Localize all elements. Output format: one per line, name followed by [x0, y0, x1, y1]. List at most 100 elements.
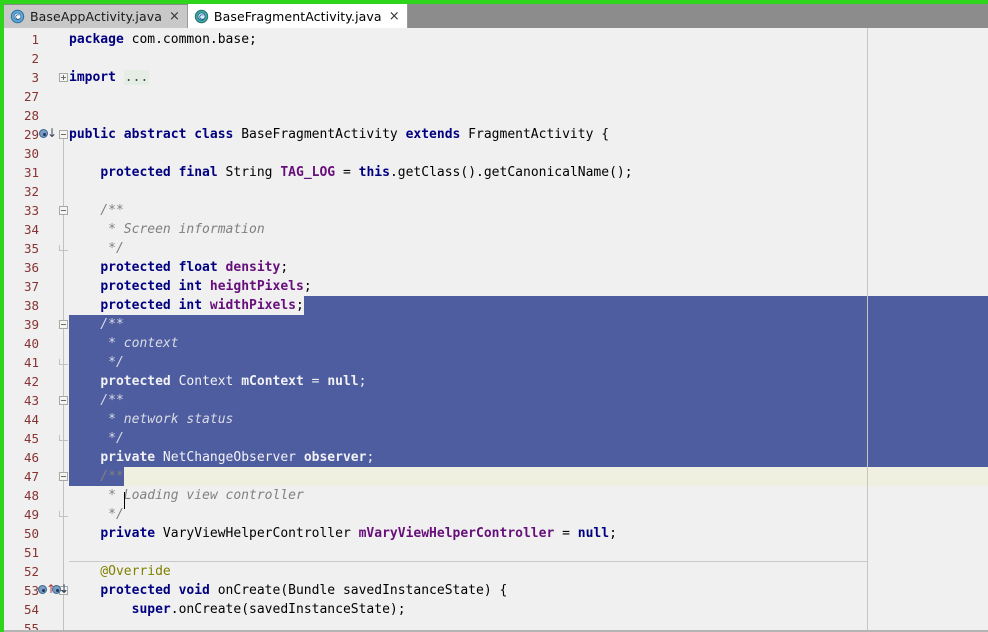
- line-number: 38: [23, 298, 39, 313]
- fold-region-end: [59, 435, 68, 441]
- code-token: String: [217, 165, 281, 180]
- code-token: =: [554, 526, 578, 541]
- code-token: FragmentActivity {: [460, 127, 610, 142]
- code-line[interactable]: @Override: [69, 562, 988, 581]
- code-line[interactable]: protected void onCreate(Bundle savedInst…: [69, 581, 988, 600]
- java-class-icon: C: [194, 9, 209, 24]
- line-number: 48: [23, 488, 39, 503]
- code-token: /**: [69, 203, 124, 218]
- line-number: 41: [23, 355, 39, 370]
- fold-collapse-icon[interactable]: [59, 396, 68, 405]
- code-line[interactable]: [69, 49, 988, 68]
- code-line[interactable]: protected Context mContext = null;: [69, 372, 988, 391]
- code-line[interactable]: private VaryViewHelperController mVaryVi…: [69, 524, 988, 543]
- fold-collapse-icon[interactable]: [59, 472, 68, 481]
- code-line[interactable]: protected int widthPixels;: [69, 296, 988, 315]
- code-line[interactable]: /**: [69, 391, 988, 410]
- code-token: /**: [69, 469, 124, 484]
- code-line[interactable]: * Loading view controller: [69, 486, 988, 505]
- code-token: BaseFragmentActivity: [233, 127, 406, 142]
- svg-text:C: C: [199, 13, 204, 21]
- code-token: .getClass().getCanonicalName();: [389, 165, 633, 180]
- code-line[interactable]: super.onCreate(savedInstanceState);: [69, 600, 988, 619]
- code-token: package: [69, 32, 124, 47]
- java-class-icon: C: [10, 9, 25, 24]
- code-line[interactable]: package com.common.base;: [69, 30, 988, 49]
- tab-base-fragment-activity[interactable]: C BaseFragmentActivity.java ×: [187, 4, 408, 28]
- close-icon[interactable]: ×: [389, 10, 400, 23]
- code-line[interactable]: */: [69, 429, 988, 448]
- line-number: 46: [23, 450, 39, 465]
- gutter-marker-group[interactable]: ↑↓: [38, 581, 69, 600]
- code-line[interactable]: [69, 144, 988, 163]
- code-line[interactable]: * Screen information: [69, 220, 988, 239]
- code-line[interactable]: protected int heightPixels;: [69, 277, 988, 296]
- code-token: TAG_LOG: [280, 165, 336, 180]
- line-number: 49: [23, 507, 39, 522]
- tab-label: BaseFragmentActivity.java: [213, 8, 382, 24]
- code-token: protected int: [100, 298, 203, 313]
- fold-region-end: [59, 359, 68, 365]
- code-token: */: [69, 355, 124, 370]
- fold-collapse-icon[interactable]: [59, 206, 68, 215]
- code-token: */: [69, 241, 124, 256]
- code-line[interactable]: * network status: [69, 410, 988, 429]
- code-editor[interactable]: 1 2 3 27 28 29 30 31 32 33 34 35 36 37 38 39 40 41 42 43 44 4…: [4, 28, 988, 632]
- code-token: NetChangeObserver: [155, 450, 304, 465]
- fold-collapse-icon[interactable]: [59, 130, 68, 139]
- code-line[interactable]: /**: [69, 201, 988, 220]
- code-line[interactable]: [69, 543, 988, 562]
- tab-label: BaseAppActivity.java: [30, 9, 162, 24]
- code-line[interactable]: */: [69, 505, 988, 524]
- code-token: /**: [69, 317, 124, 332]
- line-number: 31: [23, 165, 39, 180]
- line-number: 28: [23, 108, 39, 123]
- line-number-gutter: 1 2 3 27 28 29 30 31 32 33 34 35 36 37 38 39 40 41 42 43 44 4…: [4, 28, 45, 632]
- code-token: protected int: [100, 279, 203, 294]
- code-token: private: [100, 526, 156, 541]
- fold-collapse-icon[interactable]: [59, 320, 68, 329]
- line-number: 39: [23, 317, 39, 332]
- code-token: this: [358, 165, 390, 180]
- code-token: protected void: [100, 583, 210, 598]
- code-token: =: [303, 374, 328, 389]
- code-line[interactable]: protected final String TAG_LOG = this.ge…: [69, 163, 988, 182]
- down-arrow-icon: ↓: [47, 126, 58, 140]
- line-number: 32: [23, 184, 39, 199]
- code-line[interactable]: /**: [69, 315, 988, 334]
- code-line[interactable]: */: [69, 353, 988, 372]
- code-line[interactable]: protected float density;: [69, 258, 988, 277]
- close-icon[interactable]: ×: [169, 10, 180, 23]
- code-line[interactable]: [69, 182, 988, 201]
- code-token: protected float: [100, 260, 218, 275]
- code-token: widthPixels: [209, 298, 296, 313]
- code-line[interactable]: import ...: [69, 68, 988, 87]
- fold-expand-icon[interactable]: [59, 73, 68, 82]
- line-number: 54: [23, 602, 39, 617]
- gutter-marker-group[interactable]: ↓: [39, 125, 59, 144]
- code-line[interactable]: public abstract class BaseFragmentActivi…: [69, 125, 988, 144]
- code-token: ;: [358, 374, 367, 389]
- code-line[interactable]: private NetChangeObserver observer;: [69, 448, 988, 467]
- code-folding-gutter[interactable]: [59, 28, 69, 632]
- code-line[interactable]: * context: [69, 334, 988, 353]
- code-line[interactable]: /**: [69, 467, 988, 486]
- fold-region-end: [59, 245, 68, 251]
- code-line[interactable]: [69, 87, 988, 106]
- tab-base-app-activity[interactable]: C BaseAppActivity.java ×: [4, 5, 188, 28]
- line-number: 50: [23, 526, 39, 541]
- code-line[interactable]: [69, 106, 988, 125]
- code-token: * context: [69, 336, 179, 351]
- code-text-area[interactable]: package com.common.base; import ... public…: [69, 28, 988, 632]
- code-token: density: [225, 260, 281, 275]
- code-line[interactable]: */: [69, 239, 988, 258]
- code-token: /**: [69, 393, 124, 408]
- line-number: 43: [23, 393, 39, 408]
- gutter-marker-column[interactable]: ↓ ↑↓: [38, 28, 69, 632]
